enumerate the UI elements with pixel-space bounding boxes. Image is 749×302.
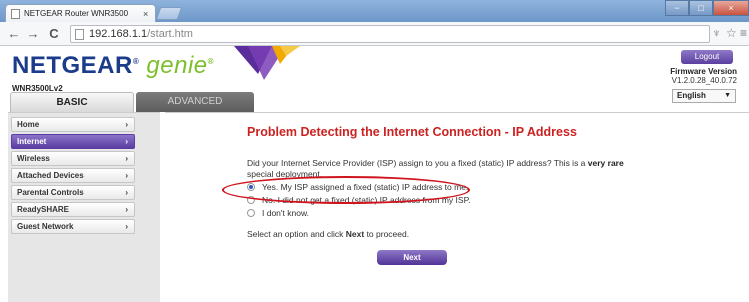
browser-toolbar: ← → C 192.168.1.1/start.htm ♆ ☆ ≡ [0, 22, 749, 46]
sidebar-item-attached-devices[interactable]: Attached Devices › [11, 168, 135, 183]
firmware-version: V1.2.0.28_40.0.72 [671, 76, 737, 85]
instruction-start: Select an option and click [247, 229, 346, 239]
sidebar-item-guest-network[interactable]: Guest Network › [11, 219, 135, 234]
radio-button[interactable] [247, 209, 255, 217]
window-controls: − □ × [665, 0, 749, 16]
new-tab-button[interactable] [155, 7, 183, 20]
window-maximize-button[interactable]: □ [689, 0, 713, 16]
chevron-right-icon: › [125, 188, 128, 197]
tab-basic[interactable]: BASIC [10, 92, 134, 112]
page-header: NETGEAR® genie® WNR3500Lv2 Logout Firmwa… [0, 46, 749, 112]
browser-tab[interactable]: NETGEAR Router WNR3500 × [5, 4, 156, 22]
language-value: English [677, 91, 706, 100]
chevron-down-icon: ▼ [724, 92, 731, 99]
tab-close-icon[interactable]: × [143, 9, 155, 19]
window-close-button[interactable]: × [713, 0, 749, 16]
chevron-right-icon: › [125, 120, 128, 129]
bookmark-star-icon[interactable]: ☆ [726, 26, 737, 40]
sidebar-item-label: Parental Controls [17, 188, 84, 197]
option-dont-know[interactable]: I don't know. [247, 208, 309, 218]
forward-arrow-icon[interactable]: → [25, 26, 41, 42]
logout-button[interactable]: Logout [681, 50, 733, 64]
sidebar-menu: Home › Internet › Wireless › Attached De… [8, 112, 160, 302]
product-name: genie [146, 52, 208, 79]
url-path: /start.htm [147, 28, 193, 40]
chevron-right-icon: › [125, 205, 128, 214]
chevron-right-icon: › [125, 137, 128, 146]
tab-title: NETGEAR Router WNR3500 [24, 9, 129, 18]
brand-registered-mark: ® [132, 57, 140, 66]
browser-menu-icon[interactable]: ≡ [740, 26, 747, 40]
instruction-text: Select an option and click Next to proce… [247, 229, 409, 239]
next-button[interactable]: Next [377, 250, 447, 265]
question-emphasis: very rare [587, 158, 624, 168]
sidebar-item-label: Wireless [17, 154, 50, 163]
sidebar-item-label: Home [17, 120, 40, 129]
page-title: Problem Detecting the Internet Connectio… [247, 125, 577, 139]
url-host: 192.168.1.1 [89, 28, 148, 40]
address-bar[interactable]: 192.168.1.1/start.htm [70, 25, 710, 43]
sidebar-item-internet[interactable]: Internet › [11, 134, 135, 149]
sidebar-item-parental-controls[interactable]: Parental Controls › [11, 185, 135, 200]
question-text-start: Did your Internet Service Provider (ISP)… [247, 158, 588, 168]
sidebar-item-readyshare[interactable]: ReadySHARE › [11, 202, 135, 217]
extension-icon[interactable]: ♆ [712, 26, 721, 40]
sidebar-item-label: Internet [17, 137, 47, 146]
option-label: I don't know. [262, 208, 309, 218]
chevron-right-icon: › [125, 171, 128, 180]
page-icon [75, 28, 84, 40]
chevron-right-icon: › [125, 154, 128, 163]
language-select[interactable]: English ▼ [672, 89, 736, 103]
sidebar-item-label: ReadySHARE [17, 205, 70, 214]
netgear-genie-logo: NETGEAR® genie® [12, 52, 214, 80]
tab-advanced[interactable]: ADVANCED [136, 92, 254, 112]
window-minimize-button[interactable]: − [665, 0, 689, 16]
instruction-next-emphasis: Next [345, 229, 365, 239]
banner-graphic-icon [234, 46, 300, 80]
reload-icon[interactable]: C [46, 26, 62, 42]
sidebar-item-wireless[interactable]: Wireless › [11, 151, 135, 166]
product-registered-mark: ® [207, 57, 215, 66]
chevron-right-icon: › [125, 222, 128, 231]
router-page: NETGEAR® genie® WNR3500Lv2 Logout Firmwa… [0, 46, 749, 302]
brand-name: NETGEAR [12, 52, 133, 79]
page-favicon-icon [11, 8, 20, 19]
main-content: Problem Detecting the Internet Connectio… [165, 112, 749, 302]
sidebar-item-home[interactable]: Home › [11, 117, 135, 132]
sidebar-item-label: Guest Network [17, 222, 74, 231]
highlight-annotation [222, 176, 470, 204]
sidebar-item-label: Attached Devices [17, 171, 84, 180]
back-arrow-icon[interactable]: ← [6, 26, 22, 42]
firmware-label: Firmware Version [670, 67, 737, 76]
browser-titlebar: NETGEAR Router WNR3500 × − □ × [0, 0, 749, 22]
instruction-end: to proceed. [364, 229, 410, 239]
